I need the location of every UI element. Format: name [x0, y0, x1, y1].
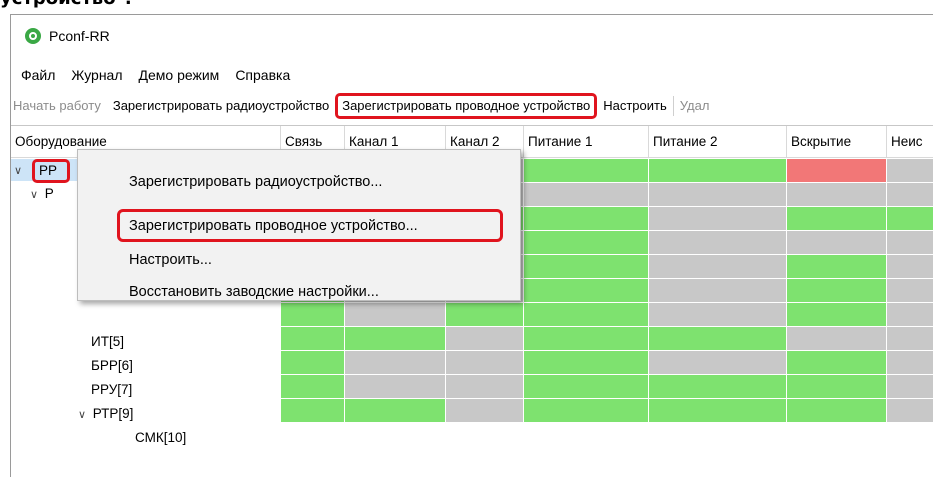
status-cell	[787, 399, 887, 423]
status-cell	[446, 303, 524, 327]
chevron-down-icon[interactable]: ∨	[11, 160, 25, 182]
status-cell	[345, 351, 446, 375]
status-cell	[524, 375, 649, 399]
status-cell	[649, 303, 787, 327]
status-cell	[345, 327, 446, 351]
status-cell	[887, 183, 933, 207]
status-cell	[281, 327, 345, 351]
chevron-down-icon[interactable]: ∨	[75, 404, 89, 426]
status-cell	[345, 399, 446, 423]
shield-icon	[25, 28, 41, 44]
page-heading-fragment: устройство".	[0, 0, 132, 9]
column-header-tamper[interactable]: Вскрытие	[787, 126, 887, 158]
status-cell	[887, 231, 933, 255]
column-header-power-2[interactable]: Питание 2	[649, 126, 787, 158]
status-cell	[446, 351, 524, 375]
status-cell	[446, 375, 524, 399]
status-cell	[446, 327, 524, 351]
tree-node-brr6[interactable]: БРР[6]	[91, 355, 133, 377]
tree-node-rtr9[interactable]: ∨ РТР[9]	[75, 403, 133, 425]
menu-help[interactable]: Справка	[227, 67, 298, 83]
status-cell	[787, 351, 887, 375]
status-cell	[787, 375, 887, 399]
status-cell	[345, 375, 446, 399]
status-cell	[524, 207, 649, 231]
status-cell	[524, 255, 649, 279]
delete-button[interactable]: Удал	[674, 93, 716, 119]
column-header-fault[interactable]: Неис	[887, 126, 933, 158]
start-work-button[interactable]: Начать работу	[11, 93, 107, 119]
status-cell	[649, 231, 787, 255]
column-header-power-1[interactable]: Питание 1	[524, 126, 649, 158]
status-cell	[281, 351, 345, 375]
tree-node-smk10[interactable]: СМК[10]	[135, 427, 186, 449]
tree-node-label: СМК[10]	[135, 430, 187, 445]
register-wired-button[interactable]: Зарегистрировать проводное устройство	[335, 93, 598, 119]
status-cell	[524, 351, 649, 375]
status-cell	[787, 207, 887, 231]
status-cell	[787, 255, 887, 279]
context-register-radio[interactable]: Зарегистрировать радиоустройство...	[129, 167, 382, 197]
highlight-frame	[117, 209, 503, 242]
status-cell	[524, 183, 649, 207]
context-menu: Зарегистрировать радиоустройство... Заре…	[77, 149, 521, 301]
status-cell	[524, 327, 649, 351]
tree-node-rru7[interactable]: РРУ[7]	[91, 379, 132, 401]
status-cell	[649, 351, 787, 375]
status-cell	[649, 327, 787, 351]
tree-node-p[interactable]: ∨ P	[27, 183, 54, 205]
status-cell	[649, 159, 787, 183]
context-configure[interactable]: Настроить...	[129, 245, 212, 275]
status-cell	[649, 183, 787, 207]
status-cell	[649, 279, 787, 303]
menu-journal[interactable]: Журнал	[63, 67, 130, 83]
status-cell	[524, 303, 649, 327]
tree-node-pp[interactable]: ∨	[11, 159, 25, 181]
menu-demo-mode[interactable]: Демо режим	[131, 67, 228, 83]
status-cell	[887, 207, 933, 231]
menu-file[interactable]: Файл	[11, 67, 63, 83]
status-cell	[281, 375, 345, 399]
register-radio-button[interactable]: Зарегистрировать радиоустройство	[107, 93, 335, 119]
tree-node-label: РТР[9]	[92, 406, 134, 421]
status-cell	[887, 303, 933, 327]
title-bar: Pconf-RR	[11, 15, 933, 57]
status-cell	[281, 399, 345, 423]
status-cell	[524, 399, 649, 423]
status-cell	[787, 303, 887, 327]
tree-node-label: P	[44, 186, 54, 201]
status-cell	[649, 375, 787, 399]
status-cell	[787, 183, 887, 207]
status-cell	[649, 399, 787, 423]
status-cell	[887, 375, 933, 399]
status-cell	[649, 255, 787, 279]
tree-node-label: БРР[6]	[91, 358, 133, 373]
context-factory-reset[interactable]: Восстановить заводские настройки...	[129, 277, 379, 307]
toolbar: Начать работу Зарегистрировать радиоустр…	[11, 89, 933, 123]
menu-bar: Файл Журнал Демо режим Справка	[11, 61, 298, 89]
status-cell	[649, 207, 787, 231]
window-title: Pconf-RR	[49, 28, 110, 44]
status-cell	[887, 399, 933, 423]
status-cell	[524, 231, 649, 255]
status-cell	[787, 231, 887, 255]
status-cell	[787, 327, 887, 351]
status-cell	[887, 255, 933, 279]
status-cell	[787, 279, 887, 303]
status-cell	[887, 351, 933, 375]
chevron-down-icon[interactable]: ∨	[27, 184, 41, 206]
tree-node-pp-label[interactable]: PP	[32, 159, 70, 183]
status-cell	[787, 159, 887, 183]
tree-node-label: РРУ[7]	[91, 382, 133, 397]
configure-button[interactable]: Настроить	[597, 93, 673, 119]
status-cell	[524, 279, 649, 303]
status-cell	[446, 399, 524, 423]
status-cell	[887, 279, 933, 303]
status-cell	[524, 159, 649, 183]
status-cell	[887, 327, 933, 351]
tree-node-it5[interactable]: ИТ[5]	[91, 331, 124, 353]
status-cell	[887, 159, 933, 183]
tree-node-label: ИТ[5]	[91, 334, 124, 349]
